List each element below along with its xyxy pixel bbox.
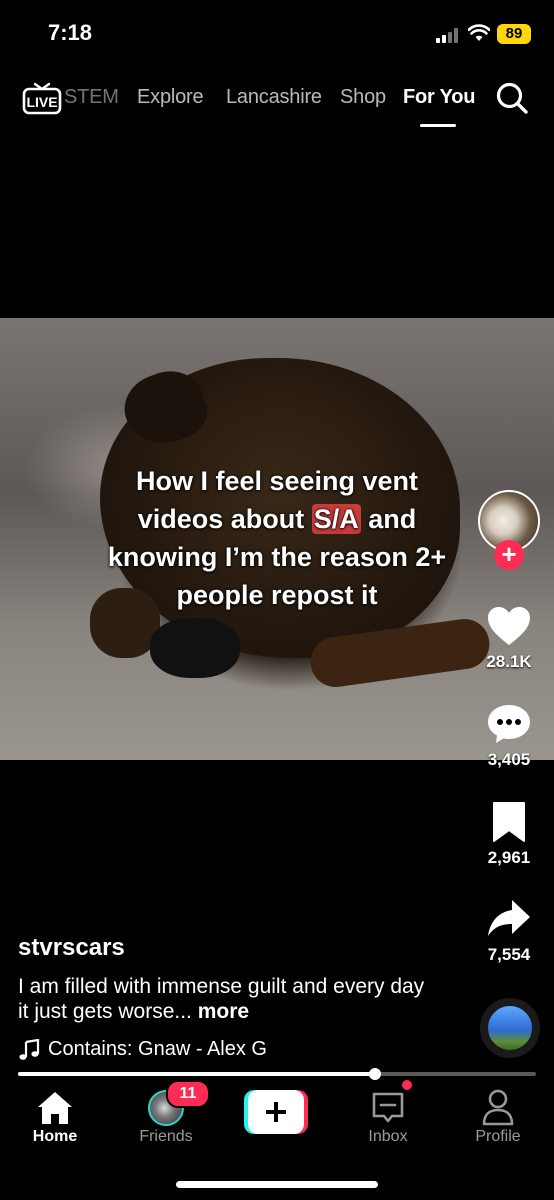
live-label: LIVE bbox=[26, 94, 57, 110]
battery-indicator: 89 bbox=[497, 24, 531, 44]
friends-badge: 11 bbox=[166, 1080, 210, 1108]
tab-profile[interactable]: Profile bbox=[443, 1082, 553, 1146]
like-count: 28.1K bbox=[486, 652, 532, 671]
music-info[interactable]: Contains: Gnaw - Alex G bbox=[18, 1038, 267, 1061]
home-indicator bbox=[176, 1181, 378, 1188]
creator-username[interactable]: stvrscars bbox=[18, 934, 125, 962]
profile-icon bbox=[482, 1089, 514, 1126]
video-caption: How I feel seeing vent videos about S/A … bbox=[0, 462, 554, 614]
search-icon[interactable] bbox=[494, 80, 530, 116]
heart-icon[interactable] bbox=[486, 605, 532, 647]
inbox-notification-dot bbox=[402, 1080, 412, 1090]
tab-home[interactable]: Home bbox=[0, 1082, 110, 1146]
tab-inbox[interactable]: Inbox bbox=[333, 1082, 443, 1146]
follow-plus-button[interactable]: + bbox=[494, 540, 524, 570]
sa-emoji: S/A bbox=[311, 504, 361, 534]
home-icon bbox=[38, 1092, 72, 1124]
live-icon[interactable]: LIVE bbox=[22, 80, 62, 116]
dog-snout bbox=[150, 618, 240, 678]
tab-explore[interactable]: Explore bbox=[137, 86, 204, 109]
caption-text: videos about bbox=[137, 504, 312, 534]
tab-stem[interactable]: STEM bbox=[64, 86, 119, 109]
bookmark-icon[interactable] bbox=[486, 801, 532, 843]
wifi-icon bbox=[468, 24, 490, 41]
progress-scrubber[interactable] bbox=[369, 1068, 382, 1080]
caption-line-2: videos about S/A and bbox=[0, 500, 554, 538]
active-tab-underline bbox=[420, 124, 456, 127]
post-description[interactable]: I am filled with immense guilt and every… bbox=[18, 974, 438, 1024]
more-link[interactable]: more bbox=[198, 1000, 249, 1023]
tab-inbox-label: Inbox bbox=[368, 1128, 408, 1145]
share-icon[interactable] bbox=[486, 898, 532, 940]
music-disc-icon[interactable] bbox=[480, 998, 540, 1058]
tab-lancashire[interactable]: Lancashire bbox=[226, 86, 322, 109]
tab-profile-label: Profile bbox=[475, 1128, 521, 1145]
tab-home-label: Home bbox=[32, 1128, 78, 1145]
music-title: Contains: Gnaw - Alex G bbox=[48, 1038, 267, 1060]
create-button[interactable] bbox=[244, 1090, 308, 1134]
caption-line-3: knowing I’m the reason 2+ bbox=[107, 542, 447, 572]
status-time: 7:18 bbox=[48, 20, 93, 45]
share-count: 7,554 bbox=[487, 945, 531, 964]
caption-text: and bbox=[360, 504, 417, 534]
comment-count: 3,405 bbox=[487, 750, 531, 769]
caption-line-1: How I feel seeing vent bbox=[135, 466, 419, 496]
tab-friends-label: Friends bbox=[139, 1128, 193, 1145]
tab-for-you[interactable]: For You bbox=[403, 86, 476, 109]
cellular-signal-icon bbox=[436, 27, 462, 43]
music-note-icon bbox=[19, 1038, 40, 1060]
save-count: 2,961 bbox=[487, 848, 531, 867]
comment-icon[interactable] bbox=[486, 703, 532, 745]
inbox-icon bbox=[372, 1092, 404, 1123]
caption-line-4: people repost it bbox=[176, 580, 378, 610]
progress-fill bbox=[18, 1072, 376, 1076]
tab-shop[interactable]: Shop bbox=[340, 86, 386, 109]
